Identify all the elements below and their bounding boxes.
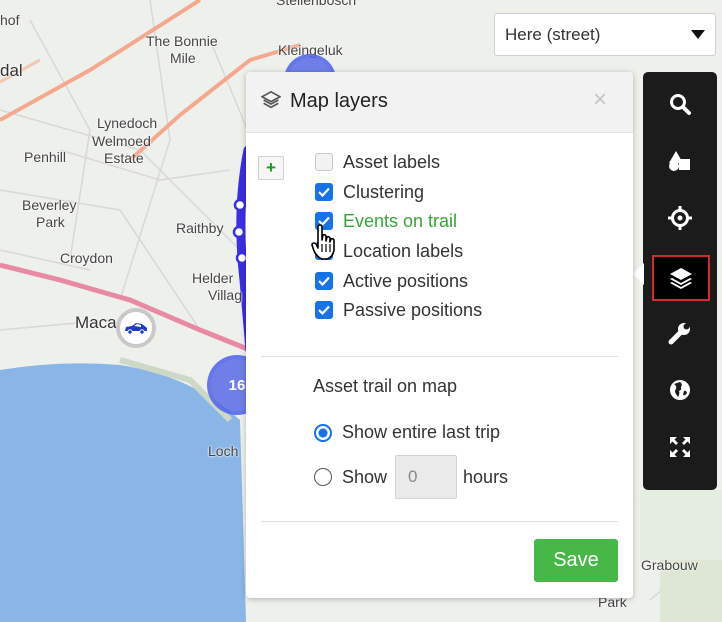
hours-input[interactable]	[395, 455, 458, 499]
divider	[261, 521, 618, 522]
map-toolbar	[643, 72, 717, 490]
shapes-icon	[669, 151, 690, 171]
map-label-park: Park	[36, 214, 65, 230]
check-icon	[318, 187, 330, 197]
radio-label: Show entire last trip	[342, 422, 501, 442]
panel-header: Map layers ×	[246, 72, 633, 133]
chevron-down-icon	[691, 30, 705, 39]
fullscreen-icon	[670, 437, 690, 457]
map-label-croydon: Croydon	[60, 250, 113, 266]
cluster-count: 16	[228, 376, 246, 394]
locate-tool-button[interactable]	[643, 192, 717, 244]
hand-cursor-icon	[311, 224, 335, 260]
map-label-helder: Helder	[192, 270, 234, 286]
map-label-lynedoch: Lynedoch	[97, 115, 158, 131]
trail-section-title: Asset trail on map	[313, 376, 458, 396]
map-label-villa: Villag	[208, 287, 242, 303]
asset-car-marker[interactable]	[116, 308, 156, 348]
layer-active-positions[interactable]: Active positions	[315, 268, 468, 294]
shapes-tool-button[interactable]	[643, 135, 717, 187]
layer-passive-positions[interactable]: Passive positions	[315, 297, 482, 323]
panel-pointer	[633, 263, 644, 285]
fullscreen-tool-button[interactable]	[643, 421, 717, 473]
layer-label: Clustering	[343, 181, 425, 202]
check-icon	[318, 305, 330, 315]
checkbox-active-positions[interactable]	[315, 272, 333, 290]
add-layer-button[interactable]: +	[258, 156, 284, 180]
divider	[261, 356, 618, 357]
globe-icon	[670, 380, 690, 400]
map-label-welmoed: Welmoed	[92, 133, 151, 149]
plus-icon: +	[266, 158, 276, 177]
hours-label: hours	[463, 466, 509, 487]
layer-clustering[interactable]: Clustering	[315, 179, 424, 205]
checkbox-clustering[interactable]	[315, 183, 333, 201]
map-label-estate: Estate	[104, 150, 144, 166]
checkbox-asset-labels[interactable]	[315, 153, 333, 171]
layer-asset-labels[interactable]: Asset labels	[315, 149, 440, 175]
close-button[interactable]: ×	[593, 87, 607, 113]
wrench-icon	[668, 323, 690, 345]
layer-label: Passive positions	[343, 299, 483, 320]
map-label-the-bonnie: The Bonnie	[146, 33, 218, 49]
layer-label: Asset labels	[343, 151, 441, 172]
checkbox-passive-positions[interactable]	[315, 301, 333, 319]
layer-label: Active positions	[343, 270, 469, 291]
map-label-loch: Loch	[208, 443, 239, 459]
map-label-macassar: Maca	[75, 313, 117, 332]
map-provider-selected: Here (street)	[505, 24, 601, 44]
map-label-top: Stellenbosch	[276, 0, 357, 8]
map-view-tool-button[interactable]	[643, 364, 717, 416]
map-label-grabouw: Grabouw	[641, 557, 698, 573]
layers-icon	[670, 268, 692, 289]
map-label-beverley: Beverley	[22, 197, 77, 213]
radio-label: Show	[342, 466, 388, 487]
search-icon	[670, 94, 691, 115]
trail-option-hours[interactable]: Show hours	[314, 455, 508, 499]
map-layers-panel: Map layers × + Asset labels Clustering E…	[246, 72, 633, 598]
crosshair-icon	[668, 206, 692, 230]
radio-show-hours[interactable]	[314, 468, 332, 486]
map-label-dal: dal	[0, 61, 23, 80]
check-icon	[318, 276, 330, 286]
trail-option-entire[interactable]: Show entire last trip	[314, 422, 500, 443]
radio-entire-trip[interactable]	[314, 423, 332, 442]
map-provider-select[interactable]: Here (street)	[494, 13, 716, 56]
save-button[interactable]: Save	[534, 539, 618, 582]
layer-label: Location labels	[343, 240, 464, 261]
layer-label: Events on trail	[343, 210, 458, 231]
map-label-hof: hof	[0, 12, 20, 28]
map-label-raithby: Raithby	[176, 220, 224, 236]
panel-title: Map layers	[290, 90, 388, 112]
search-tool-button[interactable]	[643, 78, 717, 130]
car-icon	[125, 323, 147, 335]
layers-icon	[261, 91, 281, 109]
map-label-mile: Mile	[170, 50, 196, 66]
map-label-penhill: Penhill	[24, 149, 67, 165]
settings-tool-button[interactable]	[643, 307, 717, 359]
layers-tool-button[interactable]	[652, 255, 710, 301]
